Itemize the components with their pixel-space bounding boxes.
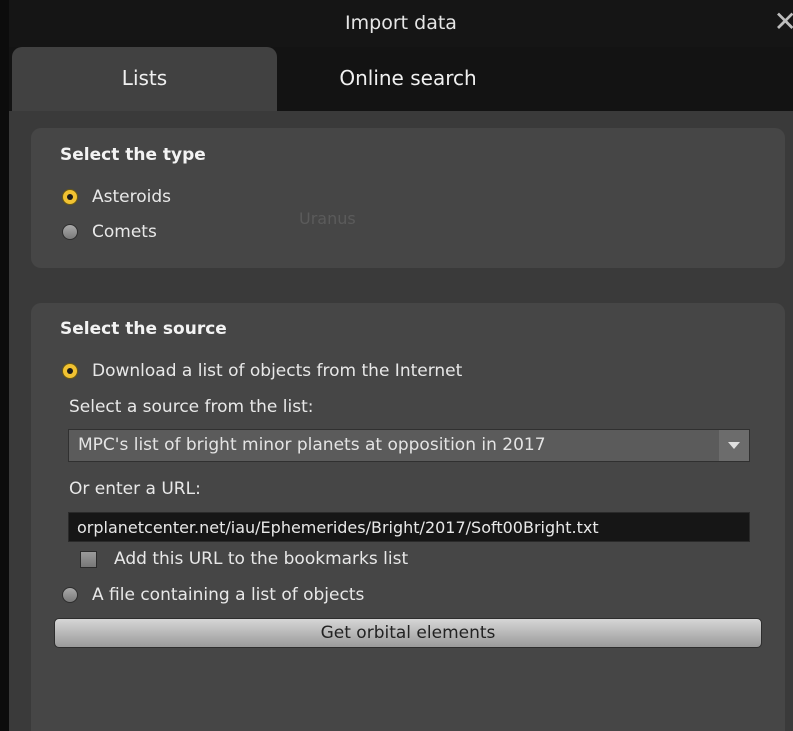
url-input[interactable] (69, 513, 749, 541)
download-list-radio-button[interactable] (62, 363, 78, 379)
file-radio-button[interactable] (62, 587, 78, 603)
url-label: Or enter a URL: (69, 479, 201, 499)
bookmark-checkbox[interactable] (80, 550, 97, 568)
chevron-down-icon[interactable] (719, 430, 749, 461)
import-data-dialog: Import data ✕ Lists Online search Select… (9, 0, 793, 731)
close-icon[interactable]: ✕ (774, 6, 793, 38)
bookmark-checkbox-label: Add this URL to the bookmarks list (114, 549, 409, 569)
url-field-wrapper (68, 512, 750, 542)
download-list-label: Download a list of objects from the Inte… (92, 361, 463, 381)
source-group: Select the source Download a list of obj… (31, 303, 785, 731)
type-group-title: Select the type (60, 145, 206, 165)
title-bar[interactable]: Import data ✕ (9, 0, 793, 47)
type-group: Select the type Asteroids Comets Uranus (31, 128, 785, 268)
file-radio-option[interactable]: A file containing a list of objects (62, 583, 364, 607)
dialog-title: Import data (345, 12, 457, 34)
source-list-selected: MPC's list of bright minor planets at op… (78, 435, 546, 455)
lists-tab-content: Select the type Asteroids Comets Uranus … (9, 111, 793, 731)
file-option-label: A file containing a list of objects (92, 585, 365, 605)
background-object-label: Uranus (299, 209, 356, 228)
comets-radio-button[interactable] (62, 224, 78, 240)
bookmark-checkbox-option[interactable]: Add this URL to the bookmarks list (80, 549, 408, 569)
get-orbital-elements-button[interactable]: Get orbital elements (54, 618, 762, 648)
asteroids-radio-option[interactable]: Asteroids (62, 185, 171, 209)
tab-bar: Lists Online search (9, 47, 793, 111)
asteroids-radio-button[interactable] (62, 189, 78, 205)
comets-radio-option[interactable]: Comets (62, 220, 157, 244)
tab-online-search[interactable]: Online search (277, 47, 539, 111)
tab-lists[interactable]: Lists (12, 47, 277, 111)
select-source-label: Select a source from the list: (69, 397, 314, 417)
comets-label: Comets (92, 222, 157, 242)
source-list-dropdown[interactable]: MPC's list of bright minor planets at op… (68, 429, 750, 462)
source-group-title: Select the source (60, 319, 227, 339)
asteroids-label: Asteroids (92, 187, 171, 207)
download-list-radio-option[interactable]: Download a list of objects from the Inte… (62, 359, 462, 383)
